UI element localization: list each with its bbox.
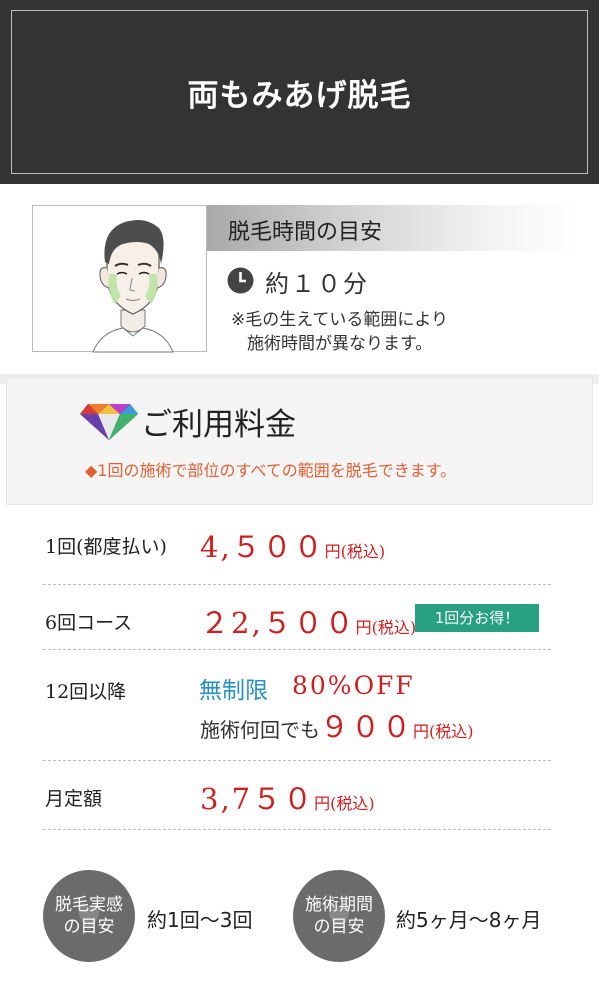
price-unit: 円(税込): [355, 618, 417, 637]
stat-circle: 施術期間 の目安: [293, 870, 385, 962]
price-row-label: 6回コース: [45, 612, 133, 634]
face-illustration-box: [32, 205, 207, 353]
face-illustration-icon: [92, 220, 174, 353]
diamond-icon: [80, 404, 138, 440]
stat-circle-line2: の目安: [313, 917, 365, 937]
time-section: 脱毛時間の目安 約１０分 ※毛の生えている範囲により 施術時間が異なります。: [0, 184, 599, 374]
price-sub-line: 施術何回でも９００円(税込): [200, 704, 474, 746]
unlimited-text: 無制限: [199, 678, 268, 704]
time-note: ※毛の生えている範囲により 施術時間が異なります。: [231, 308, 448, 356]
sub-prefix: 施術何回でも: [200, 718, 320, 742]
time-note-line1: ※毛の生えている範囲により: [231, 310, 449, 330]
stat-circle-label: 施術期間 の目安: [305, 894, 373, 938]
price-unit: 円(税込): [314, 794, 375, 813]
page-title: 両もみあげ脱毛: [187, 77, 412, 114]
price-note: ◆1回の施術で部位のすべての範囲を脱毛できます。: [85, 461, 457, 480]
stat-circle-line1: 施術期間: [305, 895, 373, 915]
stat-value: 約5ヶ月〜8ヶ月: [396, 908, 542, 932]
price-row-label: 月定額: [45, 788, 103, 810]
price-amount: ２2,５００: [200, 606, 356, 640]
price-amount: ９００: [320, 710, 414, 744]
stat-circle-label: 脱毛実感 の目安: [55, 894, 123, 938]
price-row-value: 3,7５０円(税込): [200, 776, 375, 818]
time-note-line2: 施術時間が異なります。: [247, 334, 433, 354]
row-divider: [43, 829, 551, 830]
price-heading: ご利用料金: [141, 407, 296, 443]
row-divider: [43, 760, 551, 761]
stat-value: 約1回〜3回: [147, 908, 253, 932]
header-frame: 両もみあげ脱毛: [11, 10, 588, 174]
discount-badge: 1回分お得！: [415, 604, 539, 632]
price-amount: 4,５００: [200, 530, 325, 564]
price-unit: 円(税込): [324, 542, 386, 561]
price-row-value: ２2,５００円(税込): [200, 600, 416, 642]
stat-circle: 脱毛実感 の目安: [43, 870, 135, 962]
stat-circle-line2: の目安: [63, 917, 115, 937]
price-amount: 3,7５０: [200, 782, 315, 816]
row-divider: [43, 584, 551, 585]
price-row-value: 4,５００円(税込): [200, 524, 385, 566]
row-divider: [43, 649, 551, 650]
time-heading: 脱毛時間の目安: [228, 220, 383, 245]
page-header: 両もみあげ脱毛: [0, 0, 599, 184]
price-unit: 円(税込): [413, 722, 474, 741]
clock-icon: [227, 267, 254, 294]
stat-circle-line1: 脱毛実感: [55, 895, 123, 915]
discount-off-text: 80%OFF: [292, 671, 415, 700]
price-row-label: 12回以降: [45, 681, 127, 703]
time-value: 約１０分: [265, 270, 369, 298]
price-row-label: 1回(都度払い): [45, 536, 167, 558]
